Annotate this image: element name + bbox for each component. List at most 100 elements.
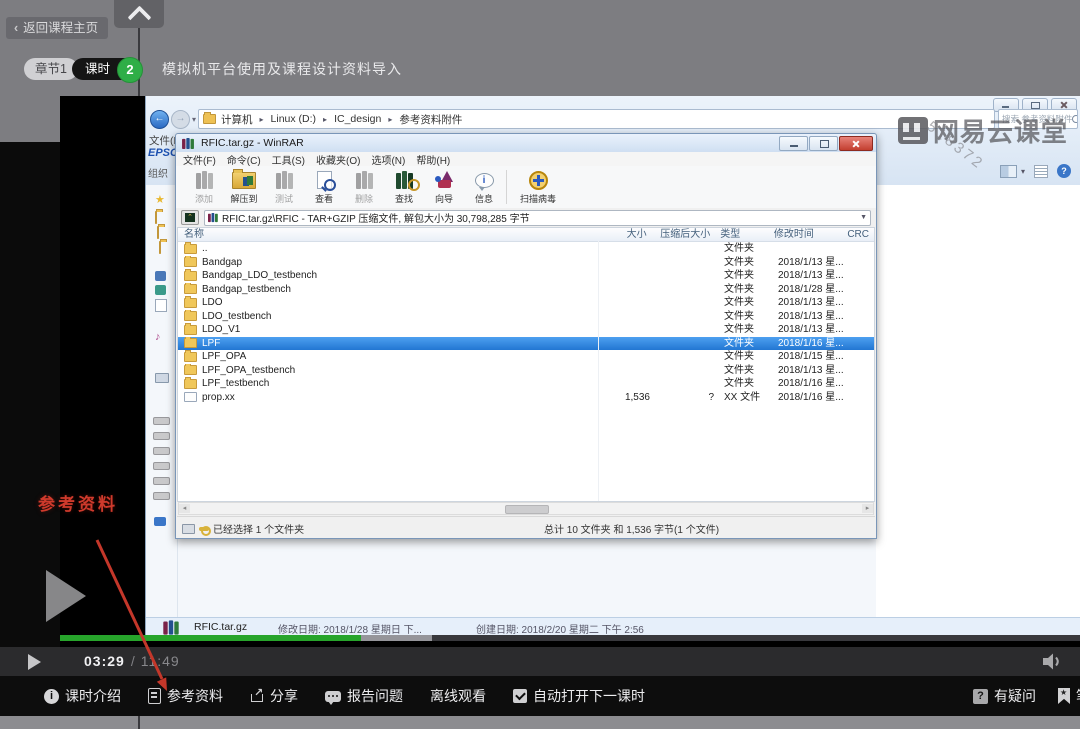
drive-icon xyxy=(153,477,170,485)
scroll-left-icon: ◂ xyxy=(179,504,190,513)
page-footer-strip xyxy=(0,716,1080,729)
table-row: Bandgap 文件夹 2018/1/13 星... xyxy=(178,255,874,270)
music-icon xyxy=(155,331,161,343)
winrar-menubar: 文件(F) 命令(C) 工具(S) 收藏夹(O) 选项(N) 帮助(H) xyxy=(176,152,876,167)
play-button[interactable] xyxy=(28,654,41,670)
info-icon xyxy=(474,172,494,191)
table-row: LPF_testbench 文件夹 2018/1/16 星... xyxy=(178,377,874,391)
breadcrumb-separator-icon xyxy=(260,115,264,124)
table-row: prop.xx 1,536 ? XX 文件 2018/1/16 星... xyxy=(178,391,874,405)
archive-path-text: RFIC.tar.gz\RFIC - TAR+GZIP 压缩文件, 解包大小为 … xyxy=(222,214,530,225)
extract-icon xyxy=(232,168,256,189)
explorer-view-tools: ▾ xyxy=(999,164,1071,178)
current-time: 03:29 xyxy=(84,653,125,669)
column-header-modified: 修改时间 xyxy=(773,229,814,240)
virus-scan-icon xyxy=(528,170,548,190)
winrar-window-controls xyxy=(779,136,873,151)
test-icon xyxy=(275,171,293,189)
share-button[interactable]: 分享 xyxy=(250,686,298,706)
reference-materials-button[interactable]: 参考资料 xyxy=(148,686,223,706)
winrar-address-row: RFIC.tar.gz\RFIC - TAR+GZIP 压缩文件, 解包大小为 … xyxy=(176,208,876,227)
lesson-header: 章节1 课时 2 模拟机平台使用及课程设计资料导入 xyxy=(24,57,402,83)
collapse-panel-tab[interactable] xyxy=(114,0,164,30)
page-title: 模拟机平台使用及课程设计资料导入 xyxy=(161,61,402,77)
scrollbar-thumb xyxy=(505,505,550,514)
drive-icon xyxy=(153,492,170,500)
menu-item: 收藏夹(O) xyxy=(316,155,361,167)
table-row: LDO_testbench 文件夹 2018/1/13 星... xyxy=(178,309,874,324)
column-header-name: 名称 xyxy=(184,229,204,240)
take-notes-button[interactable]: 笔 xyxy=(1058,686,1080,706)
close-icon xyxy=(839,136,873,151)
volume-button[interactable] xyxy=(1042,653,1064,675)
total-duration: 11:49 xyxy=(140,653,180,669)
winrar-archive-icon xyxy=(163,620,179,635)
change-view-icon xyxy=(999,164,1017,178)
folder-icon xyxy=(155,211,157,224)
delete-button: 删除 xyxy=(344,168,384,205)
wizard-button: 向导 xyxy=(424,168,464,205)
archive-icon xyxy=(208,212,218,222)
table-row: .. 文件夹 xyxy=(178,242,874,256)
breadcrumb-item: Linux (D:) xyxy=(270,113,317,125)
menu-item: 帮助(H) xyxy=(416,155,451,167)
folder-icon xyxy=(184,350,197,362)
have-question-button[interactable]: 有疑问 xyxy=(973,686,1036,706)
bookmark-star-icon xyxy=(1058,688,1070,704)
folder-icon xyxy=(203,112,217,124)
folder-icon xyxy=(184,242,197,254)
menu-item: 文件(F) xyxy=(183,155,216,167)
epson-toolbar-label: EPSON xyxy=(148,147,178,159)
winrar-file-list: 名称 大小 压缩后大小 类型 修改时间 CRC .. 文件夹 Bandgap 文… xyxy=(177,227,875,502)
breadcrumb-separator-icon xyxy=(388,115,392,124)
progress-buffered xyxy=(360,635,433,641)
lesson-intro-button[interactable]: 课时介绍 xyxy=(44,686,121,706)
find-icon xyxy=(395,171,420,191)
help-icon xyxy=(1057,164,1071,178)
play-overlay-icon[interactable] xyxy=(46,570,86,622)
report-problem-button[interactable]: 报告问题 xyxy=(325,686,403,706)
table-row: Bandgap_LDO_testbench 文件夹 2018/1/13 星... xyxy=(178,269,874,283)
library-icon xyxy=(155,285,166,295)
folder-icon xyxy=(159,241,161,254)
explorer-navigation-pane xyxy=(146,185,178,617)
course-action-bar: 课时介绍 参考资料 分享 报告问题 离线观看 自动打开下一课时 xyxy=(0,676,1080,716)
folder-icon xyxy=(184,363,197,376)
annotation-label: 参考资料 xyxy=(38,495,118,514)
breadcrumb-item: 参考资料附件 xyxy=(399,113,463,126)
wizard-icon xyxy=(434,171,454,189)
auto-next-lesson-toggle[interactable]: 自动打开下一课时 xyxy=(513,686,645,706)
folder-icon xyxy=(184,392,197,403)
archive-address-field: RFIC.tar.gz\RFIC - TAR+GZIP 压缩文件, 解包大小为 … xyxy=(204,209,871,226)
folder-icon xyxy=(184,296,197,308)
selected-file-name: RFIC.tar.gz xyxy=(194,621,248,633)
key-icon xyxy=(199,525,211,536)
time-display: 03:29 / 11:49 xyxy=(84,653,180,669)
video-progress-bar[interactable] xyxy=(60,635,1080,641)
folder-icon xyxy=(184,377,197,389)
library-icon xyxy=(155,271,166,281)
breadcrumb-item: IC_design xyxy=(334,113,382,125)
document-icon xyxy=(148,688,161,704)
drive-icon xyxy=(153,432,170,440)
share-icon xyxy=(250,686,264,703)
info-button: 信息 xyxy=(464,168,504,205)
column-header-crc: CRC xyxy=(847,229,869,240)
table-row: LDO 文件夹 2018/1/13 星... xyxy=(178,296,874,310)
disk-icon xyxy=(182,523,195,534)
explorer-file-area xyxy=(876,185,1080,617)
course-video-page: { "page": { "back_button": "返回课程主页", "ch… xyxy=(0,0,1080,729)
back-to-course-home-button[interactable]: 返回课程主页 xyxy=(6,17,109,39)
progress-played xyxy=(60,635,361,641)
checkbox-checked-icon xyxy=(513,689,527,703)
drive-icon xyxy=(153,447,170,455)
lesson-number-badge: 2 xyxy=(116,57,143,83)
column-header-type: 类型 xyxy=(720,229,741,240)
table-row: LPF_OPA 文件夹 2018/1/15 星... xyxy=(178,350,874,364)
view-button: 查看 xyxy=(304,168,344,205)
offline-viewing-button[interactable]: 离线观看 xyxy=(430,686,486,706)
favorites-star-icon xyxy=(155,193,165,206)
winrar-window: RFIC.tar.gz - WinRAR 文件(F) 命令(C) 工具(S) 收… xyxy=(175,133,877,539)
back-arrow-icon xyxy=(150,109,169,129)
totals-status: 总计 10 文件夹 和 1,536 字节(1 个文件) xyxy=(544,525,720,536)
